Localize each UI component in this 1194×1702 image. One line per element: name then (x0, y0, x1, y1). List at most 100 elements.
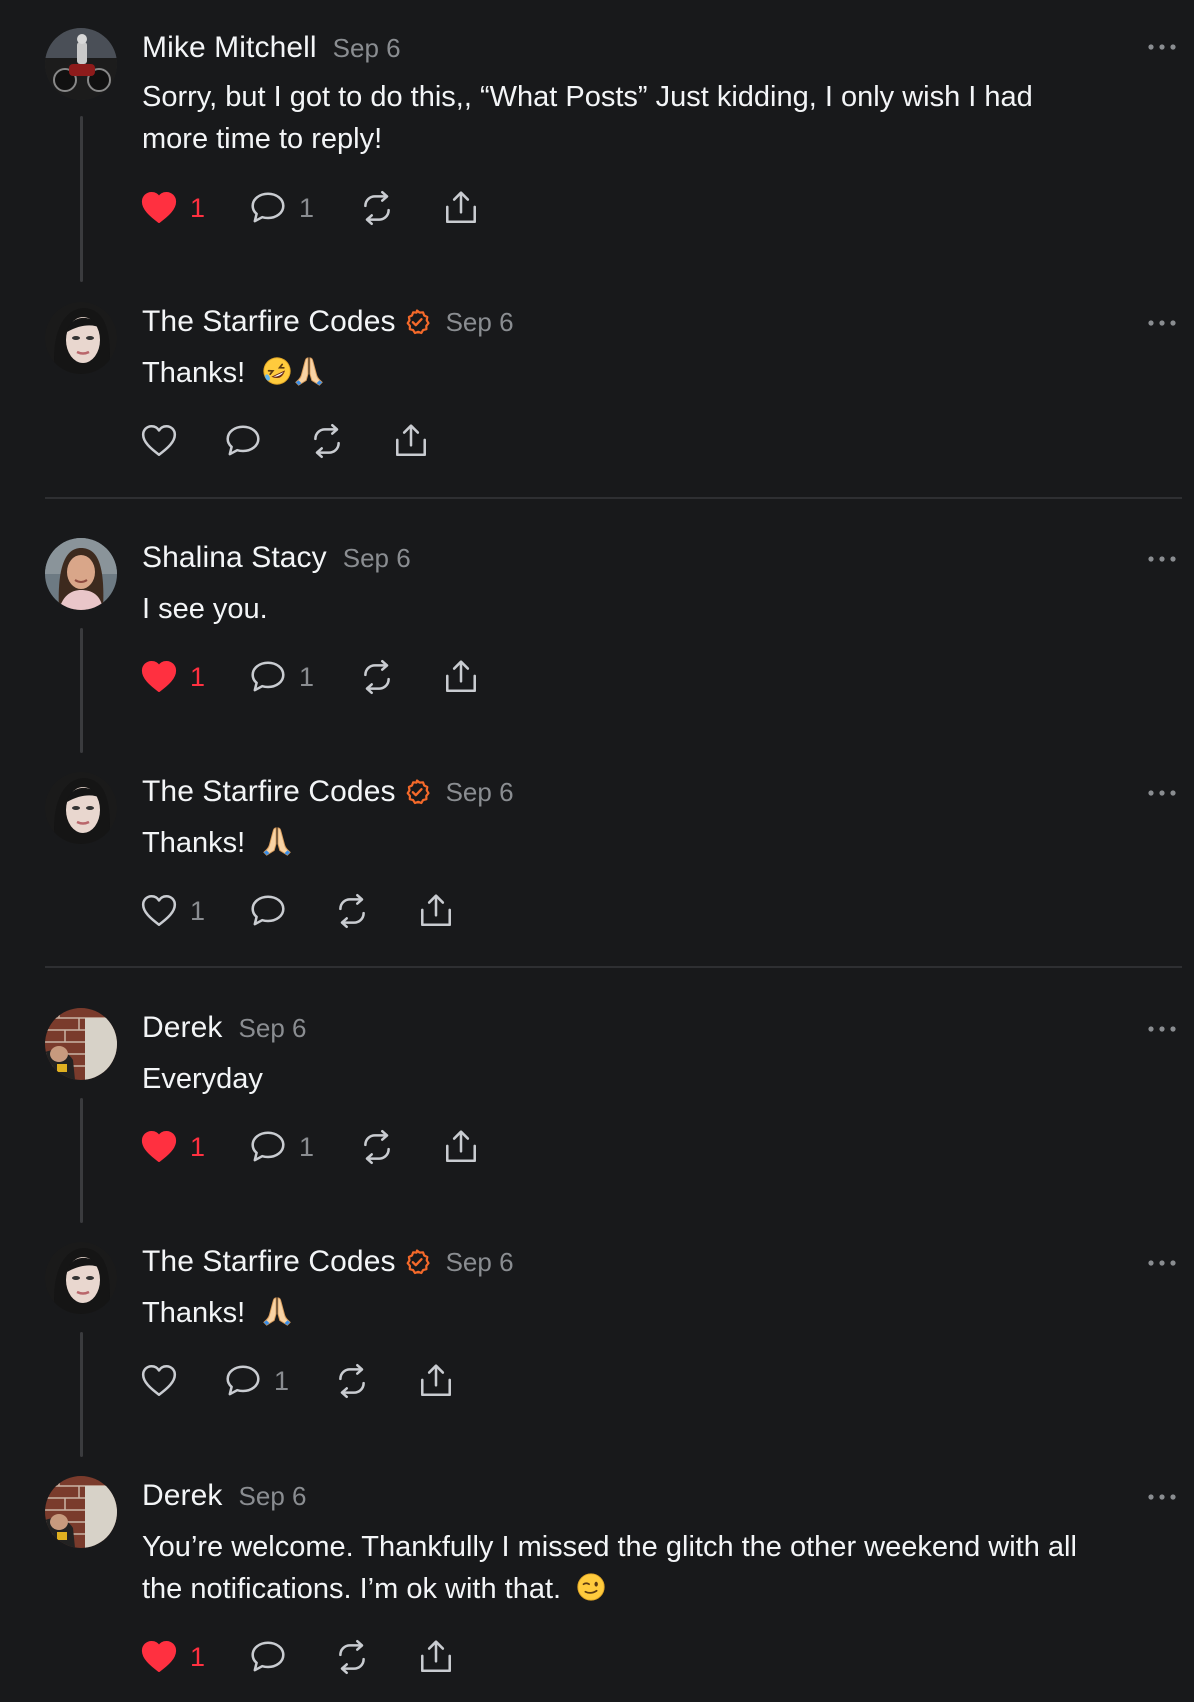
like-button[interactable]: 1 (140, 1127, 205, 1167)
share-button[interactable] (417, 891, 455, 931)
post-text-line: I see you. (142, 593, 268, 625)
share-icon (392, 422, 430, 460)
action-bar: 1 1 (140, 1127, 480, 1167)
comment-bubble-icon (249, 189, 287, 227)
post-date: Sep 6 (445, 1246, 514, 1277)
repost-icon (358, 189, 396, 227)
share-button[interactable] (417, 1637, 455, 1677)
comment-bubble-icon (249, 658, 287, 696)
reply-button[interactable] (249, 891, 287, 931)
like-count: 1 (190, 192, 206, 223)
like-button[interactable]: 1 (140, 1637, 205, 1677)
more-options-icon[interactable] (1147, 318, 1177, 328)
avatar[interactable] (45, 1476, 117, 1548)
like-button[interactable]: 1 (140, 891, 205, 931)
more-options-icon[interactable] (1147, 1492, 1177, 1502)
share-button[interactable] (442, 188, 480, 228)
share-icon (442, 1128, 480, 1166)
heart-icon (140, 422, 178, 460)
thread-connector-line (80, 1098, 83, 1223)
share-button[interactable] (392, 421, 430, 461)
author-name[interactable]: Mike Mitchell (142, 31, 317, 65)
action-bar: 1 1 (140, 188, 480, 228)
reply-button[interactable]: 1 (224, 1361, 289, 1401)
more-options-icon[interactable] (1147, 554, 1177, 564)
reply-button[interactable]: 1 (249, 188, 314, 228)
more-options-icon[interactable] (1147, 1024, 1177, 1034)
post-text-line: Thanks! (142, 827, 246, 859)
author-name[interactable]: The Starfire Codes (142, 1245, 396, 1279)
post-date: Sep 6 (445, 306, 514, 337)
reply-button[interactable] (224, 421, 262, 461)
more-options-icon[interactable] (1147, 42, 1177, 52)
post-header: Derek Sep 6 (142, 1476, 306, 1516)
post-date: Sep 6 (238, 1480, 307, 1511)
author-name[interactable]: Shalina Stacy (142, 541, 327, 575)
avatar[interactable] (45, 1008, 117, 1080)
avatar[interactable] (45, 1242, 117, 1314)
more-options-icon[interactable] (1147, 788, 1177, 798)
repost-icon (333, 892, 371, 930)
folded-hands-emoji-icon (293, 355, 325, 387)
verified-badge-icon (404, 779, 430, 805)
thread-connector-line (80, 116, 83, 282)
heart-icon (140, 892, 178, 930)
repost-button[interactable] (358, 1127, 396, 1167)
avatar[interactable] (45, 538, 117, 610)
post-text-line: the notifications. I’m ok with that. (142, 1573, 562, 1605)
post-header: Shalina Stacy Sep 6 (142, 538, 411, 578)
author-name[interactable]: Derek (142, 1011, 223, 1045)
repost-button[interactable] (358, 188, 396, 228)
reply-button[interactable] (249, 1637, 287, 1677)
like-button[interactable] (140, 421, 178, 461)
repost-button[interactable] (358, 657, 396, 697)
post-text-line: Sorry, but I got to do this,, “What Post… (142, 81, 1033, 113)
heart-icon (140, 1128, 178, 1166)
like-button[interactable]: 1 (140, 188, 205, 228)
post-text: Thanks! (142, 352, 1152, 394)
post-header: Mike Mitchell Sep 6 (142, 28, 401, 68)
reply-count: 1 (299, 1131, 315, 1162)
comment-bubble-icon (249, 892, 287, 930)
avatar[interactable] (45, 772, 117, 844)
like-button[interactable]: 1 (140, 657, 205, 697)
action-bar: 1 (140, 1637, 455, 1677)
repost-button[interactable] (333, 1637, 371, 1677)
repost-button[interactable] (333, 1361, 371, 1401)
author-name[interactable]: Derek (142, 1479, 223, 1513)
post-text-line: Thanks! (142, 357, 246, 389)
post-text: Thanks! (142, 1292, 1152, 1334)
thread-connector-line (80, 1332, 83, 1457)
reply-button[interactable]: 1 (249, 1127, 314, 1167)
author-name[interactable]: The Starfire Codes (142, 305, 396, 339)
action-bar: 1 1 (140, 657, 480, 697)
share-button[interactable] (417, 1361, 455, 1401)
like-count: 1 (190, 1641, 206, 1672)
post-header: The Starfire Codes Sep 6 (142, 1242, 514, 1282)
share-button[interactable] (442, 657, 480, 697)
comment-bubble-icon (249, 1638, 287, 1676)
avatar[interactable] (45, 302, 117, 374)
share-icon (417, 1362, 455, 1400)
more-options-icon[interactable] (1147, 1258, 1177, 1268)
reply-button[interactable]: 1 (249, 657, 314, 697)
post-text-line: You’re welcome. Thankfully I missed the … (142, 1531, 1077, 1563)
share-icon (442, 189, 480, 227)
repost-button[interactable] (333, 891, 371, 931)
thread-divider (45, 497, 1182, 499)
share-icon (442, 658, 480, 696)
reply-count: 1 (299, 192, 315, 223)
avatar[interactable] (45, 28, 117, 100)
post-text: Everyday (142, 1058, 1152, 1100)
post-date: Sep 6 (332, 32, 401, 63)
comment-bubble-icon (224, 1362, 262, 1400)
repost-icon (333, 1362, 371, 1400)
author-name[interactable]: The Starfire Codes (142, 775, 396, 809)
post-date: Sep 6 (238, 1012, 307, 1043)
post-text: You’re welcome. Thankfully I missed the … (142, 1526, 1152, 1610)
like-button[interactable] (140, 1361, 178, 1401)
share-button[interactable] (442, 1127, 480, 1167)
repost-button[interactable] (308, 421, 346, 461)
post-text: Sorry, but I got to do this,, “What Post… (142, 76, 1152, 160)
post-text: I see you. (142, 588, 1152, 630)
